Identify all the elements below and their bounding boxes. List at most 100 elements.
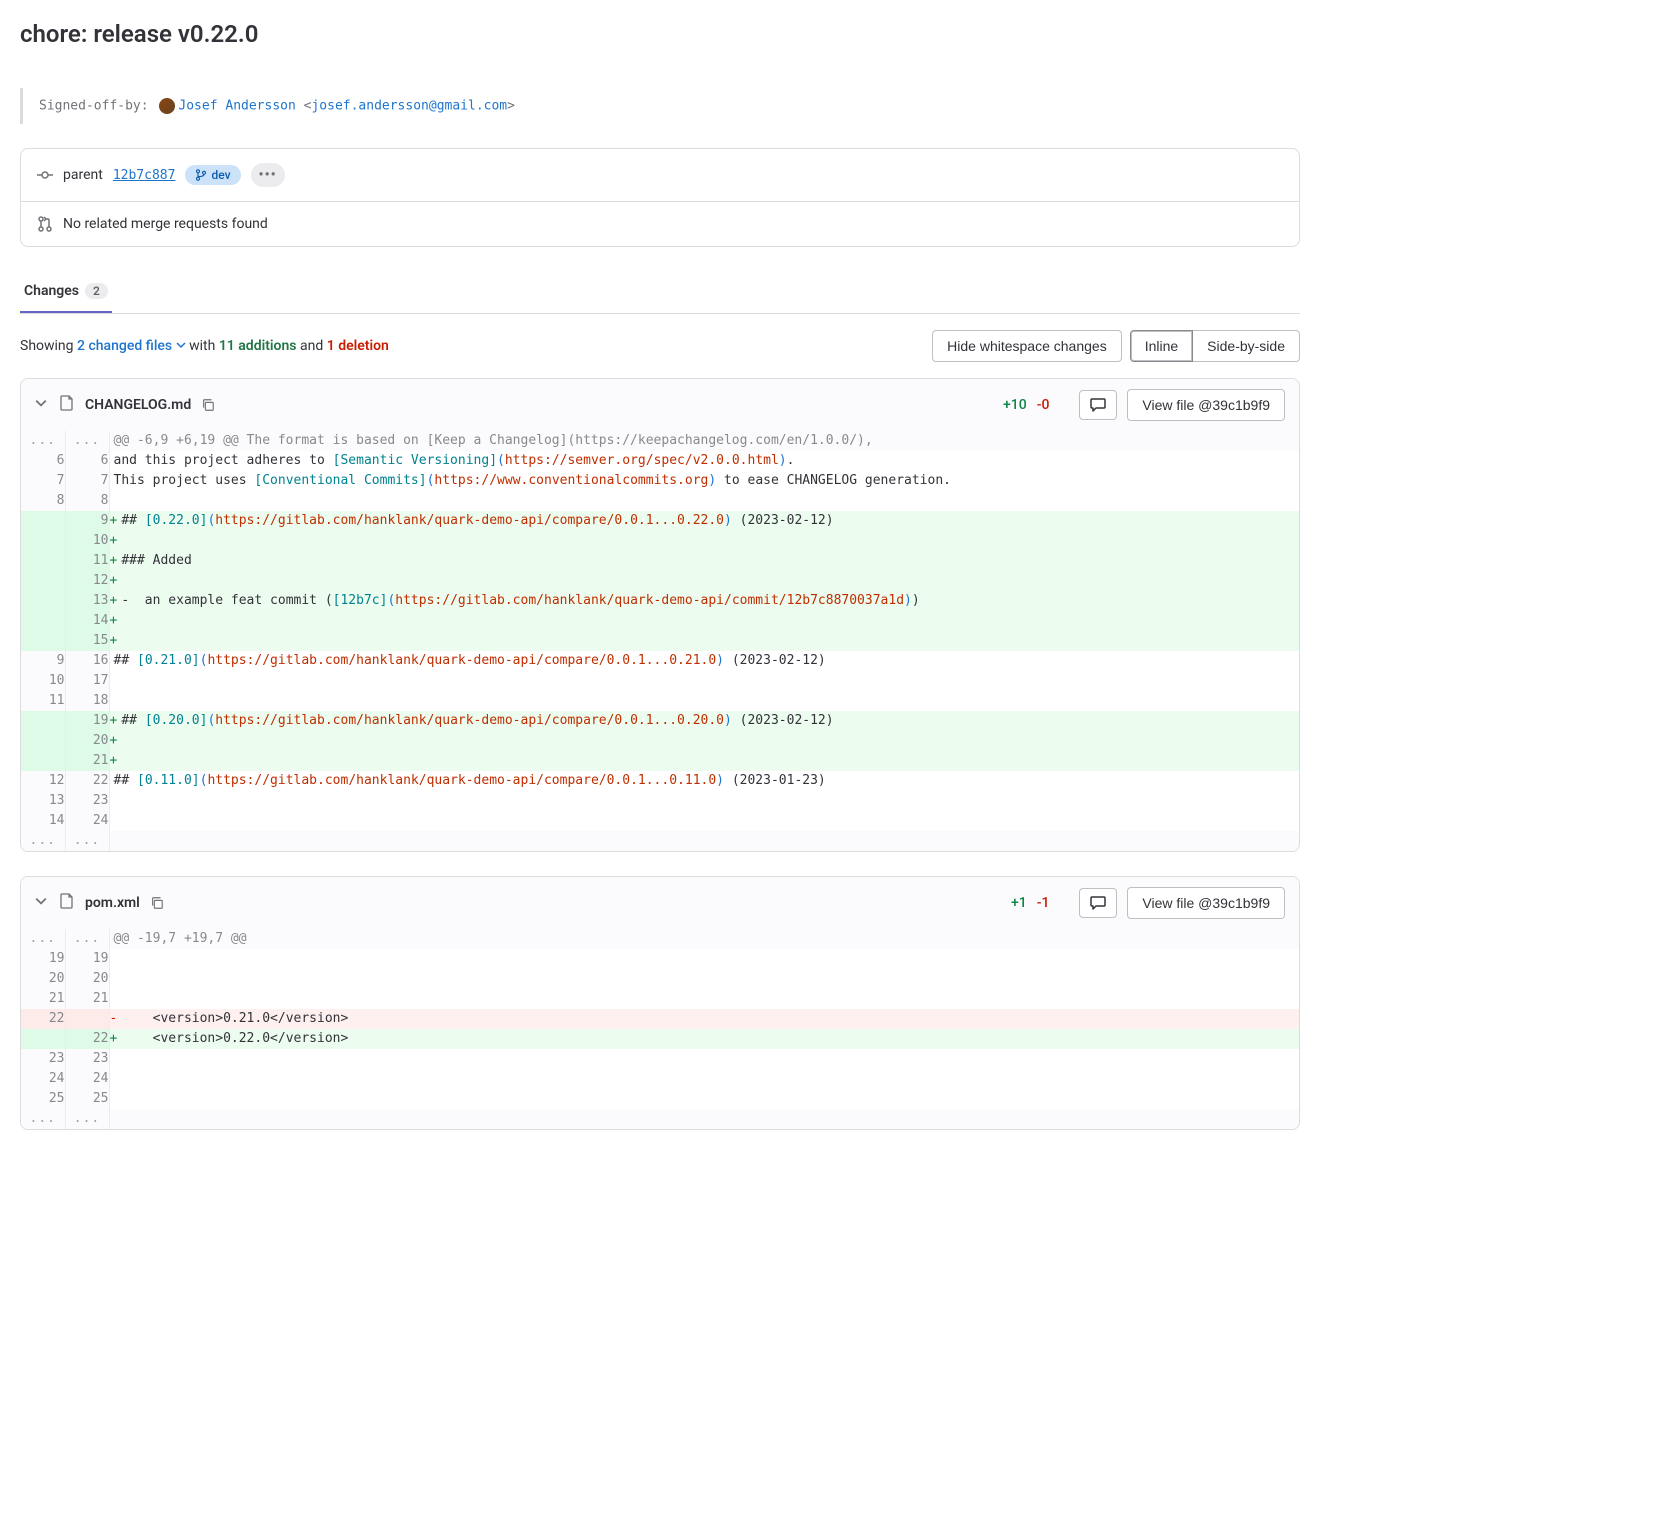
line-number-new[interactable]: ... — [65, 431, 109, 451]
line-number-old[interactable]: 7 — [21, 471, 65, 491]
line-number-new[interactable]: 9 — [65, 511, 109, 531]
line-number-new[interactable]: ... — [65, 831, 109, 851]
line-number-new[interactable]: 22 — [65, 1029, 109, 1049]
line-number-old[interactable] — [21, 1029, 65, 1049]
line-number-new[interactable]: 23 — [65, 791, 109, 811]
line-number-old[interactable]: 6 — [21, 451, 65, 471]
file-deletions: -1 — [1037, 895, 1050, 911]
line-number-old[interactable]: 10 — [21, 671, 65, 691]
line-number-new[interactable]: 14 — [65, 611, 109, 631]
line-number-new[interactable]: ... — [65, 929, 109, 949]
code-line: ## [0.11.0](https://gitlab.com/hanklank/… — [110, 773, 836, 788]
view-file-button[interactable]: View file @39c1b9f9 — [1127, 389, 1285, 421]
signed-off-label: Signed-off-by: — [39, 99, 149, 114]
line-number-old[interactable] — [21, 551, 65, 571]
file-path[interactable]: pom.xml — [85, 895, 140, 911]
inline-view-button[interactable]: Inline — [1130, 330, 1193, 362]
diff-row: ......@@ -6,9 +6,19 @@ The format is bas… — [21, 431, 1299, 451]
line-number-new[interactable]: 21 — [65, 989, 109, 1009]
code-line — [110, 793, 124, 808]
line-number-old[interactable]: 19 — [21, 949, 65, 969]
line-number-old[interactable]: 23 — [21, 1049, 65, 1069]
deletions-count: 1 deletion — [327, 338, 389, 354]
more-refs-button[interactable]: ••• — [251, 163, 285, 187]
author-link[interactable]: Josef Andersson — [178, 99, 295, 114]
line-number-old[interactable]: 14 — [21, 811, 65, 831]
line-number-new[interactable] — [65, 1009, 109, 1029]
changes-count-badge: 2 — [85, 283, 108, 299]
line-number-new[interactable]: 16 — [65, 651, 109, 671]
collapse-toggle[interactable] — [35, 895, 49, 911]
line-number-new[interactable]: 18 — [65, 691, 109, 711]
tabs-bar: Changes 2 — [20, 271, 1300, 314]
copy-path-icon[interactable] — [201, 398, 215, 412]
code-line — [117, 733, 131, 748]
file-path[interactable]: CHANGELOG.md — [85, 397, 191, 413]
commit-icon — [37, 167, 53, 183]
line-number-new[interactable]: 17 — [65, 671, 109, 691]
diff-row: 21+ — [21, 751, 1299, 771]
line-number-old[interactable]: 24 — [21, 1069, 65, 1089]
line-number-old[interactable] — [21, 751, 65, 771]
line-number-old[interactable]: ... — [21, 431, 65, 451]
line-number-new[interactable]: 11 — [65, 551, 109, 571]
toggle-comments-button[interactable] — [1079, 390, 1117, 420]
line-number-old[interactable]: 8 — [21, 491, 65, 511]
line-number-new[interactable]: 22 — [65, 771, 109, 791]
line-number-new[interactable]: 7 — [65, 471, 109, 491]
diff-row: 1323 — [21, 791, 1299, 811]
line-number-new[interactable]: 24 — [65, 1069, 109, 1089]
line-number-old[interactable]: 9 — [21, 651, 65, 671]
line-number-old[interactable] — [21, 631, 65, 651]
line-number-new[interactable]: 25 — [65, 1089, 109, 1109]
code-line — [110, 1091, 124, 1106]
diff-row: 2323 — [21, 1049, 1299, 1069]
line-number-old[interactable]: ... — [21, 929, 65, 949]
copy-path-icon[interactable] — [150, 896, 164, 910]
diff-row: 1919 — [21, 949, 1299, 969]
line-number-new[interactable]: 21 — [65, 751, 109, 771]
line-number-old[interactable]: ... — [21, 1109, 65, 1129]
line-number-old[interactable] — [21, 531, 65, 551]
line-number-new[interactable]: 19 — [65, 711, 109, 731]
line-number-old[interactable]: ... — [21, 831, 65, 851]
line-number-new[interactable]: 10 — [65, 531, 109, 551]
changed-files-dropdown[interactable]: 2 changed files — [77, 338, 189, 354]
line-number-new[interactable]: 8 — [65, 491, 109, 511]
side-by-side-view-button[interactable]: Side-by-side — [1193, 330, 1300, 362]
collapse-toggle[interactable] — [35, 397, 49, 413]
line-number-old[interactable] — [21, 731, 65, 751]
code-line — [110, 1051, 124, 1066]
line-number-new[interactable]: ... — [65, 1109, 109, 1129]
line-number-new[interactable]: 12 — [65, 571, 109, 591]
line-number-old[interactable]: 25 — [21, 1089, 65, 1109]
line-number-new[interactable]: 23 — [65, 1049, 109, 1069]
line-number-old[interactable] — [21, 571, 65, 591]
branch-badge[interactable]: dev — [185, 165, 240, 185]
parent-label: parent — [63, 167, 103, 183]
diff-row: 1222## [0.11.0](https://gitlab.com/hankl… — [21, 771, 1299, 791]
line-number-new[interactable]: 15 — [65, 631, 109, 651]
author-email-link[interactable]: josef.andersson@gmail.com — [311, 99, 507, 114]
line-number-new[interactable]: 24 — [65, 811, 109, 831]
line-number-new[interactable]: 20 — [65, 731, 109, 751]
hide-whitespace-button[interactable]: Hide whitespace changes — [932, 330, 1122, 362]
line-number-old[interactable]: 11 — [21, 691, 65, 711]
tab-changes[interactable]: Changes 2 — [20, 271, 112, 313]
line-number-old[interactable]: 12 — [21, 771, 65, 791]
toggle-comments-button[interactable] — [1079, 888, 1117, 918]
line-number-new[interactable]: 13 — [65, 591, 109, 611]
line-number-old[interactable] — [21, 611, 65, 631]
line-number-old[interactable]: 20 — [21, 969, 65, 989]
view-file-button[interactable]: View file @39c1b9f9 — [1127, 887, 1285, 919]
line-number-old[interactable]: 13 — [21, 791, 65, 811]
line-number-old[interactable]: 21 — [21, 989, 65, 1009]
line-number-old[interactable]: 22 — [21, 1009, 65, 1029]
line-number-old[interactable] — [21, 511, 65, 531]
line-number-old[interactable] — [21, 711, 65, 731]
line-number-new[interactable]: 6 — [65, 451, 109, 471]
line-number-old[interactable] — [21, 591, 65, 611]
line-number-new[interactable]: 20 — [65, 969, 109, 989]
parent-sha-link[interactable]: 12b7c887 — [113, 168, 176, 183]
line-number-new[interactable]: 19 — [65, 949, 109, 969]
